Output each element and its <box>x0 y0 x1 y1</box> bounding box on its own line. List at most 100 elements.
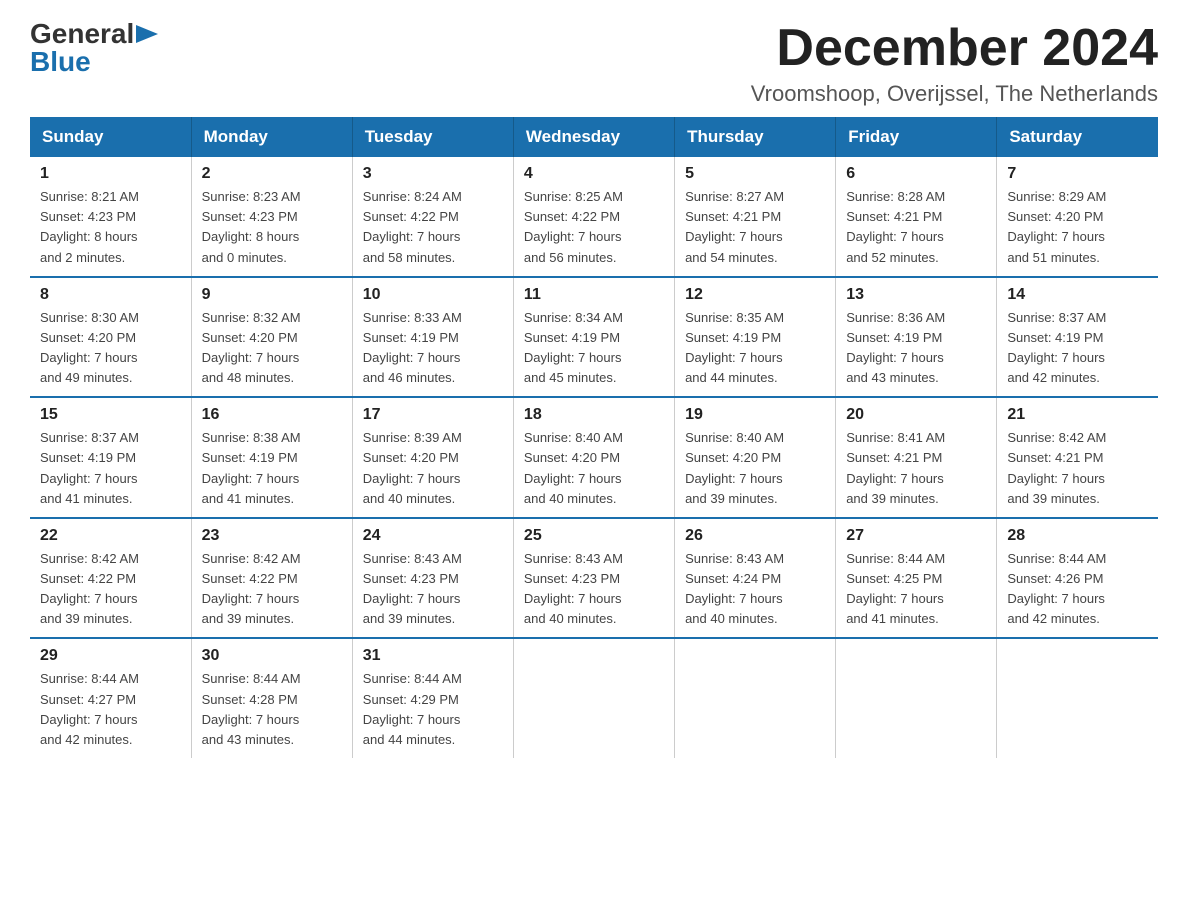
calendar-week-row: 15 Sunrise: 8:37 AM Sunset: 4:19 PM Dayl… <box>30 397 1158 518</box>
calendar-cell: 24 Sunrise: 8:43 AM Sunset: 4:23 PM Dayl… <box>352 518 513 639</box>
calendar-header-row: SundayMondayTuesdayWednesdayThursdayFrid… <box>30 117 1158 157</box>
calendar-cell: 16 Sunrise: 8:38 AM Sunset: 4:19 PM Dayl… <box>191 397 352 518</box>
day-number: 23 <box>202 527 342 545</box>
day-number: 29 <box>40 647 181 665</box>
calendar-cell: 8 Sunrise: 8:30 AM Sunset: 4:20 PM Dayli… <box>30 277 191 398</box>
calendar-cell: 29 Sunrise: 8:44 AM Sunset: 4:27 PM Dayl… <box>30 638 191 758</box>
logo: General Blue <box>30 20 158 76</box>
day-number: 13 <box>846 286 986 304</box>
calendar-cell: 17 Sunrise: 8:39 AM Sunset: 4:20 PM Dayl… <box>352 397 513 518</box>
calendar-week-row: 1 Sunrise: 8:21 AM Sunset: 4:23 PM Dayli… <box>30 157 1158 277</box>
location-text: Vroomshoop, Overijssel, The Netherlands <box>751 81 1158 107</box>
calendar-week-row: 22 Sunrise: 8:42 AM Sunset: 4:22 PM Dayl… <box>30 518 1158 639</box>
column-header-tuesday: Tuesday <box>352 117 513 157</box>
calendar-week-row: 8 Sunrise: 8:30 AM Sunset: 4:20 PM Dayli… <box>30 277 1158 398</box>
day-info: Sunrise: 8:36 AM Sunset: 4:19 PM Dayligh… <box>846 308 986 389</box>
day-info: Sunrise: 8:30 AM Sunset: 4:20 PM Dayligh… <box>40 308 181 389</box>
day-info: Sunrise: 8:42 AM Sunset: 4:22 PM Dayligh… <box>40 549 181 630</box>
day-info: Sunrise: 8:40 AM Sunset: 4:20 PM Dayligh… <box>685 428 825 509</box>
day-number: 15 <box>40 406 181 424</box>
day-info: Sunrise: 8:43 AM Sunset: 4:23 PM Dayligh… <box>363 549 503 630</box>
day-info: Sunrise: 8:43 AM Sunset: 4:23 PM Dayligh… <box>524 549 664 630</box>
calendar-cell <box>836 638 997 758</box>
day-number: 19 <box>685 406 825 424</box>
day-number: 8 <box>40 286 181 304</box>
day-info: Sunrise: 8:39 AM Sunset: 4:20 PM Dayligh… <box>363 428 503 509</box>
page-header: General Blue December 2024 Vroomshoop, O… <box>30 20 1158 107</box>
day-info: Sunrise: 8:41 AM Sunset: 4:21 PM Dayligh… <box>846 428 986 509</box>
calendar-cell: 15 Sunrise: 8:37 AM Sunset: 4:19 PM Dayl… <box>30 397 191 518</box>
calendar-cell: 6 Sunrise: 8:28 AM Sunset: 4:21 PM Dayli… <box>836 157 997 277</box>
day-number: 9 <box>202 286 342 304</box>
day-number: 4 <box>524 165 664 183</box>
calendar-cell: 13 Sunrise: 8:36 AM Sunset: 4:19 PM Dayl… <box>836 277 997 398</box>
day-number: 5 <box>685 165 825 183</box>
calendar-cell <box>513 638 674 758</box>
day-number: 30 <box>202 647 342 665</box>
column-header-saturday: Saturday <box>997 117 1158 157</box>
calendar-cell: 26 Sunrise: 8:43 AM Sunset: 4:24 PM Dayl… <box>675 518 836 639</box>
day-number: 12 <box>685 286 825 304</box>
calendar-cell: 31 Sunrise: 8:44 AM Sunset: 4:29 PM Dayl… <box>352 638 513 758</box>
calendar-cell: 4 Sunrise: 8:25 AM Sunset: 4:22 PM Dayli… <box>513 157 674 277</box>
day-info: Sunrise: 8:40 AM Sunset: 4:20 PM Dayligh… <box>524 428 664 509</box>
day-info: Sunrise: 8:35 AM Sunset: 4:19 PM Dayligh… <box>685 308 825 389</box>
day-info: Sunrise: 8:37 AM Sunset: 4:19 PM Dayligh… <box>40 428 181 509</box>
day-number: 14 <box>1007 286 1148 304</box>
day-info: Sunrise: 8:44 AM Sunset: 4:27 PM Dayligh… <box>40 669 181 750</box>
calendar-cell: 7 Sunrise: 8:29 AM Sunset: 4:20 PM Dayli… <box>997 157 1158 277</box>
calendar-cell: 20 Sunrise: 8:41 AM Sunset: 4:21 PM Dayl… <box>836 397 997 518</box>
calendar-cell: 18 Sunrise: 8:40 AM Sunset: 4:20 PM Dayl… <box>513 397 674 518</box>
calendar-cell: 25 Sunrise: 8:43 AM Sunset: 4:23 PM Dayl… <box>513 518 674 639</box>
calendar-cell: 12 Sunrise: 8:35 AM Sunset: 4:19 PM Dayl… <box>675 277 836 398</box>
day-number: 7 <box>1007 165 1148 183</box>
day-number: 3 <box>363 165 503 183</box>
calendar-cell: 21 Sunrise: 8:42 AM Sunset: 4:21 PM Dayl… <box>997 397 1158 518</box>
calendar-cell: 11 Sunrise: 8:34 AM Sunset: 4:19 PM Dayl… <box>513 277 674 398</box>
column-header-wednesday: Wednesday <box>513 117 674 157</box>
day-info: Sunrise: 8:44 AM Sunset: 4:28 PM Dayligh… <box>202 669 342 750</box>
calendar-cell: 9 Sunrise: 8:32 AM Sunset: 4:20 PM Dayli… <box>191 277 352 398</box>
day-info: Sunrise: 8:29 AM Sunset: 4:20 PM Dayligh… <box>1007 187 1148 268</box>
day-info: Sunrise: 8:32 AM Sunset: 4:20 PM Dayligh… <box>202 308 342 389</box>
calendar-cell: 2 Sunrise: 8:23 AM Sunset: 4:23 PM Dayli… <box>191 157 352 277</box>
day-info: Sunrise: 8:42 AM Sunset: 4:22 PM Dayligh… <box>202 549 342 630</box>
day-number: 17 <box>363 406 503 424</box>
day-number: 28 <box>1007 527 1148 545</box>
day-info: Sunrise: 8:43 AM Sunset: 4:24 PM Dayligh… <box>685 549 825 630</box>
calendar-table: SundayMondayTuesdayWednesdayThursdayFrid… <box>30 117 1158 758</box>
calendar-week-row: 29 Sunrise: 8:44 AM Sunset: 4:27 PM Dayl… <box>30 638 1158 758</box>
calendar-cell: 23 Sunrise: 8:42 AM Sunset: 4:22 PM Dayl… <box>191 518 352 639</box>
day-info: Sunrise: 8:44 AM Sunset: 4:29 PM Dayligh… <box>363 669 503 750</box>
day-number: 11 <box>524 286 664 304</box>
calendar-cell: 27 Sunrise: 8:44 AM Sunset: 4:25 PM Dayl… <box>836 518 997 639</box>
day-number: 26 <box>685 527 825 545</box>
calendar-cell <box>997 638 1158 758</box>
day-info: Sunrise: 8:24 AM Sunset: 4:22 PM Dayligh… <box>363 187 503 268</box>
day-number: 22 <box>40 527 181 545</box>
logo-general-text: General <box>30 20 134 48</box>
day-info: Sunrise: 8:38 AM Sunset: 4:19 PM Dayligh… <box>202 428 342 509</box>
column-header-friday: Friday <box>836 117 997 157</box>
day-number: 21 <box>1007 406 1148 424</box>
day-number: 25 <box>524 527 664 545</box>
month-title: December 2024 <box>751 20 1158 77</box>
day-info: Sunrise: 8:27 AM Sunset: 4:21 PM Dayligh… <box>685 187 825 268</box>
day-number: 18 <box>524 406 664 424</box>
day-info: Sunrise: 8:25 AM Sunset: 4:22 PM Dayligh… <box>524 187 664 268</box>
title-block: December 2024 Vroomshoop, Overijssel, Th… <box>751 20 1158 107</box>
calendar-cell: 5 Sunrise: 8:27 AM Sunset: 4:21 PM Dayli… <box>675 157 836 277</box>
day-info: Sunrise: 8:42 AM Sunset: 4:21 PM Dayligh… <box>1007 428 1148 509</box>
day-info: Sunrise: 8:21 AM Sunset: 4:23 PM Dayligh… <box>40 187 181 268</box>
calendar-cell <box>675 638 836 758</box>
day-number: 1 <box>40 165 181 183</box>
calendar-cell: 3 Sunrise: 8:24 AM Sunset: 4:22 PM Dayli… <box>352 157 513 277</box>
calendar-cell: 22 Sunrise: 8:42 AM Sunset: 4:22 PM Dayl… <box>30 518 191 639</box>
calendar-cell: 1 Sunrise: 8:21 AM Sunset: 4:23 PM Dayli… <box>30 157 191 277</box>
logo-arrow-icon <box>136 25 158 43</box>
day-info: Sunrise: 8:37 AM Sunset: 4:19 PM Dayligh… <box>1007 308 1148 389</box>
calendar-cell: 28 Sunrise: 8:44 AM Sunset: 4:26 PM Dayl… <box>997 518 1158 639</box>
column-header-sunday: Sunday <box>30 117 191 157</box>
calendar-cell: 30 Sunrise: 8:44 AM Sunset: 4:28 PM Dayl… <box>191 638 352 758</box>
day-info: Sunrise: 8:33 AM Sunset: 4:19 PM Dayligh… <box>363 308 503 389</box>
